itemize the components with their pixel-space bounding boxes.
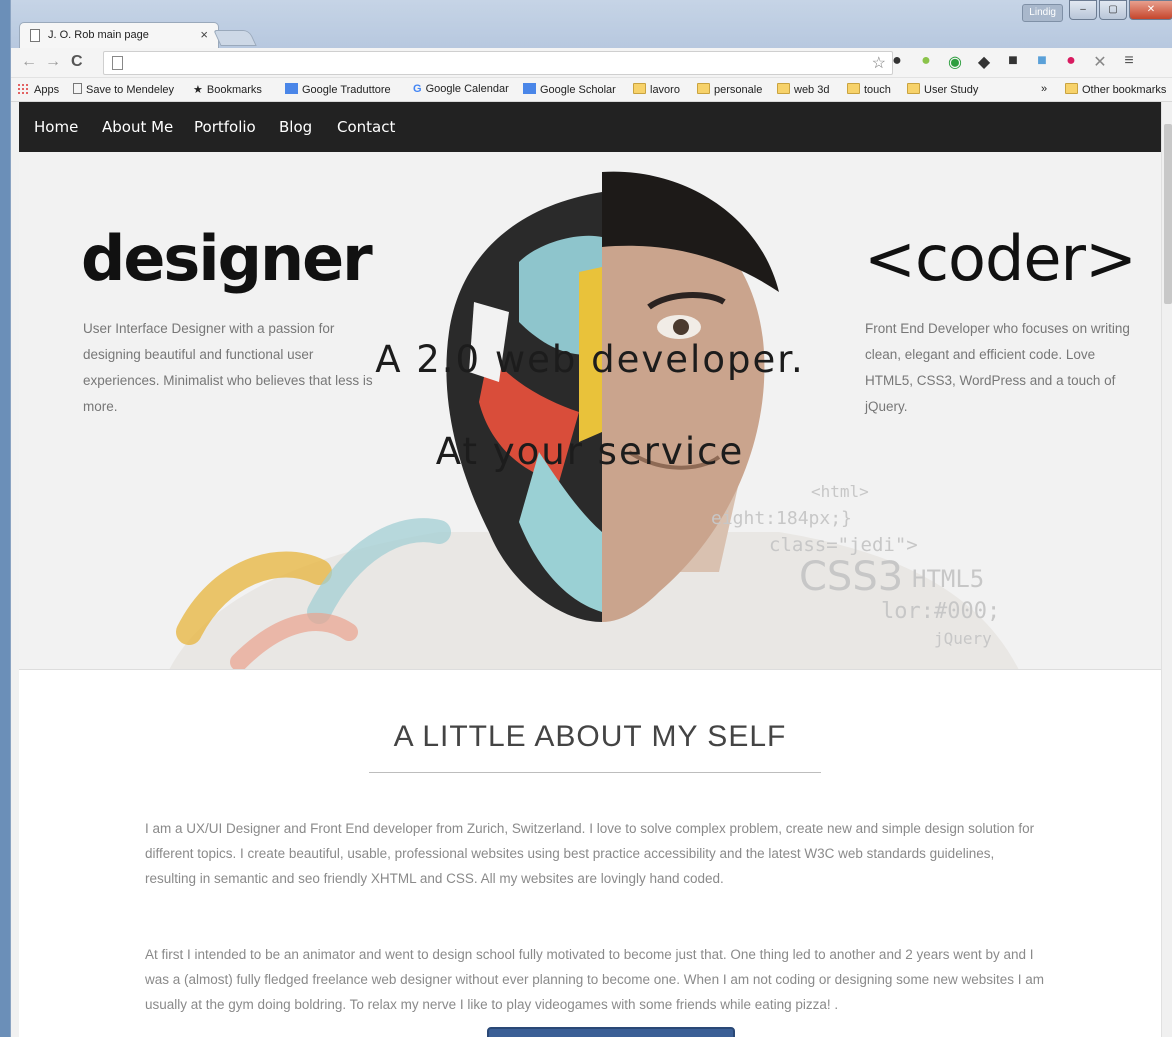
bookmark-star-icon[interactable]: ☆ [872, 53, 886, 73]
browser-toolbar: ← → C ☆ ● ● ◉ ◆ ■ ■ ● ✕ ≡ [11, 48, 1172, 78]
address-bar[interactable]: ☆ [103, 51, 893, 75]
bookmark-personale[interactable]: personale [697, 83, 762, 96]
page-scrollbar[interactable] [1161, 102, 1172, 1037]
bookmark-other[interactable]: Other bookmarks [1065, 83, 1166, 96]
green-d-icon[interactable]: ◉ [945, 52, 965, 72]
page-icon [112, 56, 123, 70]
folder-icon [777, 83, 790, 94]
bookmark-mendeley[interactable]: Save to Mendeley [73, 83, 174, 96]
new-tab-button[interactable] [213, 30, 257, 46]
bookmark-apps[interactable]: Apps [17, 83, 59, 96]
bookmark-touch[interactable]: touch [847, 83, 891, 96]
code-snippet: HTML5 [912, 565, 985, 593]
window-controls: – ▢ ✕ [1069, 0, 1172, 20]
forward-button[interactable]: → [45, 53, 61, 71]
scholar-icon [523, 83, 536, 94]
page-icon [30, 29, 40, 42]
browser-tab[interactable]: J. O. Rob main page × [19, 22, 219, 48]
bookmark-lavoro[interactable]: lavoro [633, 83, 680, 96]
translate-icon [285, 83, 298, 94]
page-icon [73, 83, 82, 94]
about-paragraph: I am a UX/UI Designer and Front End deve… [145, 821, 1035, 886]
bookmark-bookmarks[interactable]: ★ Bookmarks [193, 83, 262, 96]
code-snippet: CSS3 [799, 554, 904, 600]
film-icon[interactable]: ■ [1003, 52, 1023, 72]
folder-icon [633, 83, 646, 94]
scrollbar-thumb[interactable] [1164, 124, 1172, 304]
nav-contact[interactable]: Contact [337, 118, 395, 136]
profile-badge[interactable]: Lindig [1022, 4, 1063, 22]
plug-icon[interactable]: ◆ [974, 52, 994, 72]
bookmarks-bar: Apps Save to Mendeley ★ Bookmarks Google … [11, 78, 1172, 102]
star-icon: ★ [193, 84, 203, 96]
about-paragraph: At first I intended to be an animator an… [145, 947, 1044, 1012]
nav-blog[interactable]: Blog [279, 118, 312, 136]
page-viewport: Home About Me Portfolio Blog Contact des… [19, 102, 1161, 1037]
folder-icon [697, 83, 710, 94]
tab-close-icon[interactable]: × [200, 27, 208, 42]
reload-button[interactable]: C [71, 53, 83, 71]
code-snippet: jQuery [934, 629, 992, 648]
title-divider [369, 772, 821, 773]
tab-title: J. O. Rob main page [48, 29, 149, 41]
close-window-button[interactable]: ✕ [1129, 0, 1172, 20]
minimize-button[interactable]: – [1069, 0, 1097, 20]
about-title: A LITTLE ABOUT MY SELF [393, 720, 787, 753]
opera-icon[interactable]: ● [887, 52, 907, 72]
back-button[interactable]: ← [21, 53, 37, 71]
extension-icons: ● ● ◉ ◆ ■ ■ ● ✕ ≡ [887, 52, 1139, 72]
browser-window: J. O. Rob main page × Lindig – ▢ ✕ ← → C… [10, 0, 1172, 1037]
folder-icon [847, 83, 860, 94]
hero-subtitle: At your service [435, 430, 745, 473]
nav-about-me[interactable]: About Me [102, 118, 173, 136]
hero-banner: designer User Interface Designer with a … [19, 152, 1161, 670]
bookmarks-overflow-button[interactable]: » [1041, 83, 1047, 95]
camera-icon[interactable]: ■ [1032, 52, 1052, 72]
hero-title: A 2.0 web developer. [375, 338, 805, 381]
folder-icon [907, 83, 920, 94]
x-icon[interactable]: ✕ [1090, 52, 1110, 72]
bookmark-calendar[interactable]: G Google Calendar [413, 83, 509, 95]
about-section: A LITTLE ABOUT MY SELF I am a UX/UI Desi… [19, 670, 1161, 1037]
maximize-button[interactable]: ▢ [1099, 0, 1127, 20]
code-snippet: lor:#000; [881, 599, 1001, 624]
code-snippet: class="jedi"> [769, 534, 918, 556]
nav-portfolio[interactable]: Portfolio [194, 118, 256, 136]
bookmark-web3d[interactable]: web 3d [777, 83, 829, 96]
android-icon[interactable]: ● [916, 52, 936, 72]
google-icon: G [413, 83, 422, 95]
coder-heading: <coder> [864, 222, 1137, 295]
nav-home[interactable]: Home [34, 118, 78, 136]
designer-heading: designer [81, 222, 373, 295]
chrome-menu-icon[interactable]: ≡ [1119, 52, 1139, 72]
bookmark-scholar[interactable]: Google Scholar [523, 83, 616, 96]
code-snippet: <html> [811, 482, 869, 501]
bookmark-traduttore[interactable]: Google Traduttore [285, 83, 391, 96]
donut-icon[interactable]: ● [1061, 52, 1081, 72]
site-nav: Home About Me Portfolio Blog Contact [19, 102, 1161, 152]
tab-strip: J. O. Rob main page × Lindig – ▢ ✕ [11, 0, 1172, 48]
apps-icon [17, 83, 30, 94]
bookmark-user-study[interactable]: User Study [907, 83, 978, 96]
code-snippet: eight:184px;} [711, 508, 852, 529]
folder-icon [1065, 83, 1078, 94]
floating-action-button[interactable] [487, 1027, 735, 1037]
